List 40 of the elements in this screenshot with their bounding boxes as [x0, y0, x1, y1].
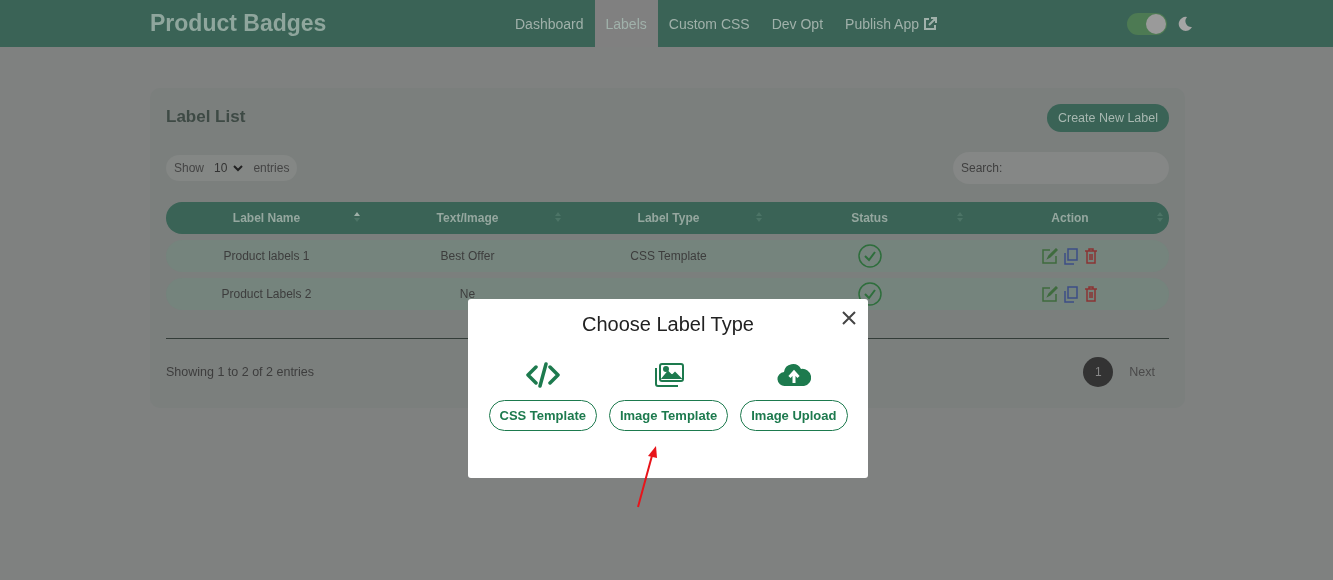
theme-switch[interactable]: [1127, 12, 1167, 35]
brand-title: Product Badges: [150, 9, 328, 38]
entries-select[interactable]: 10: [210, 161, 248, 175]
nav-link[interactable]: Dashboard: [504, 0, 595, 47]
table-cell-text: Product labels 1: [222, 248, 311, 265]
trash-icon[interactable]: [1084, 286, 1098, 302]
label-type-button[interactable]: Image Upload: [740, 400, 848, 431]
edit-icon[interactable]: [1042, 286, 1058, 302]
trash-icon[interactable]: [1084, 248, 1098, 264]
table-info: Showing 1 to 2 of 2 entries: [166, 365, 314, 379]
label-type-button[interactable]: CSS Template: [488, 400, 597, 431]
label-type-button[interactable]: Image Template: [608, 400, 729, 431]
column-header[interactable]: Action: [970, 202, 1170, 234]
card-title: Label List: [166, 107, 246, 127]
entries-label: entries: [253, 161, 290, 175]
cloud-upload-icon: [776, 362, 811, 388]
nav-link[interactable]: Publish App: [834, 0, 948, 47]
table-cell-text: Product Labels 2: [220, 286, 313, 303]
column-header[interactable]: Label Name: [166, 202, 367, 234]
dialog-title: Choose Label Type: [582, 313, 754, 336]
table-cell-text: Best Offer: [439, 248, 496, 265]
copy-icon[interactable]: [1064, 285, 1078, 303]
table-cell-text: CSS Template: [629, 248, 708, 265]
create-label-button[interactable]: Create New Label: [1046, 104, 1169, 132]
column-header[interactable]: Label Type: [568, 202, 769, 234]
show-label: Show: [174, 161, 205, 175]
page-button[interactable]: 1: [1083, 357, 1114, 387]
moon-icon[interactable]: [1177, 15, 1193, 32]
sort-icon: [353, 211, 361, 223]
search-field[interactable]: Search:: [953, 152, 1169, 184]
chevron-down-icon: [233, 164, 244, 172]
copy-icon[interactable]: [1064, 247, 1078, 265]
column-header[interactable]: Text/Image: [367, 202, 568, 234]
code-icon: [525, 362, 560, 388]
images-icon: [652, 362, 685, 388]
column-header[interactable]: Status: [769, 202, 970, 234]
nav-link[interactable]: Custom CSS: [657, 0, 761, 47]
table-cell-text: Ne: [458, 286, 477, 303]
nav-link[interactable]: Dev Opt: [760, 0, 835, 47]
edit-icon[interactable]: [1042, 248, 1058, 264]
